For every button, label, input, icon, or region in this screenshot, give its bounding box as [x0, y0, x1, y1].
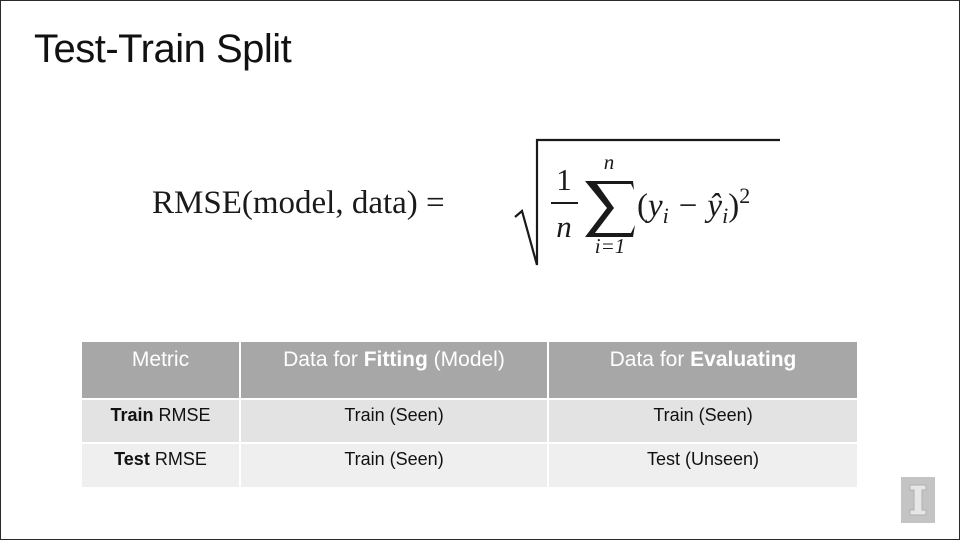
sum-upper-limit: n [604, 150, 615, 174]
summand: (yi − ŷi)2 [637, 183, 750, 228]
cell-metric: Test RMSE [82, 442, 241, 487]
rmse-comparison-table: Metric Data for Fitting (Model) Data for… [82, 342, 857, 487]
university-logo-icon [901, 477, 935, 523]
header-data-for-fitting: Data for Fitting (Model) [240, 342, 549, 399]
header-data-for-evaluating: Data for Evaluating [548, 342, 857, 399]
table-row: Train RMSE Train (Seen) Train (Seen) [82, 398, 857, 443]
cell-evaluating: Test (Unseen) [548, 442, 857, 487]
formula-lhs: RMSE(model, data) = [152, 185, 445, 221]
cell-metric: Train RMSE [82, 398, 241, 443]
cell-fitting: Train (Seen) [240, 398, 549, 443]
table-row: Test RMSE Train (Seen) Test (Unseen) [82, 442, 857, 487]
slide: Test-Train Split RMSE(model, data) = 1 n… [0, 0, 960, 540]
rmse-formula: RMSE(model, data) = 1 n n i=1 (yi − ŷi)2 [152, 138, 780, 266]
cell-fitting: Train (Seen) [240, 442, 549, 487]
cell-evaluating: Train (Seen) [548, 398, 857, 443]
fraction-denominator: n [556, 209, 572, 244]
header-metric: Metric [82, 342, 241, 399]
summation-sign [585, 181, 635, 237]
sum-lower-limit: i=1 [595, 234, 626, 258]
fraction-numerator: 1 [556, 162, 572, 197]
table-header-row: Metric Data for Fitting (Model) Data for… [82, 342, 857, 399]
